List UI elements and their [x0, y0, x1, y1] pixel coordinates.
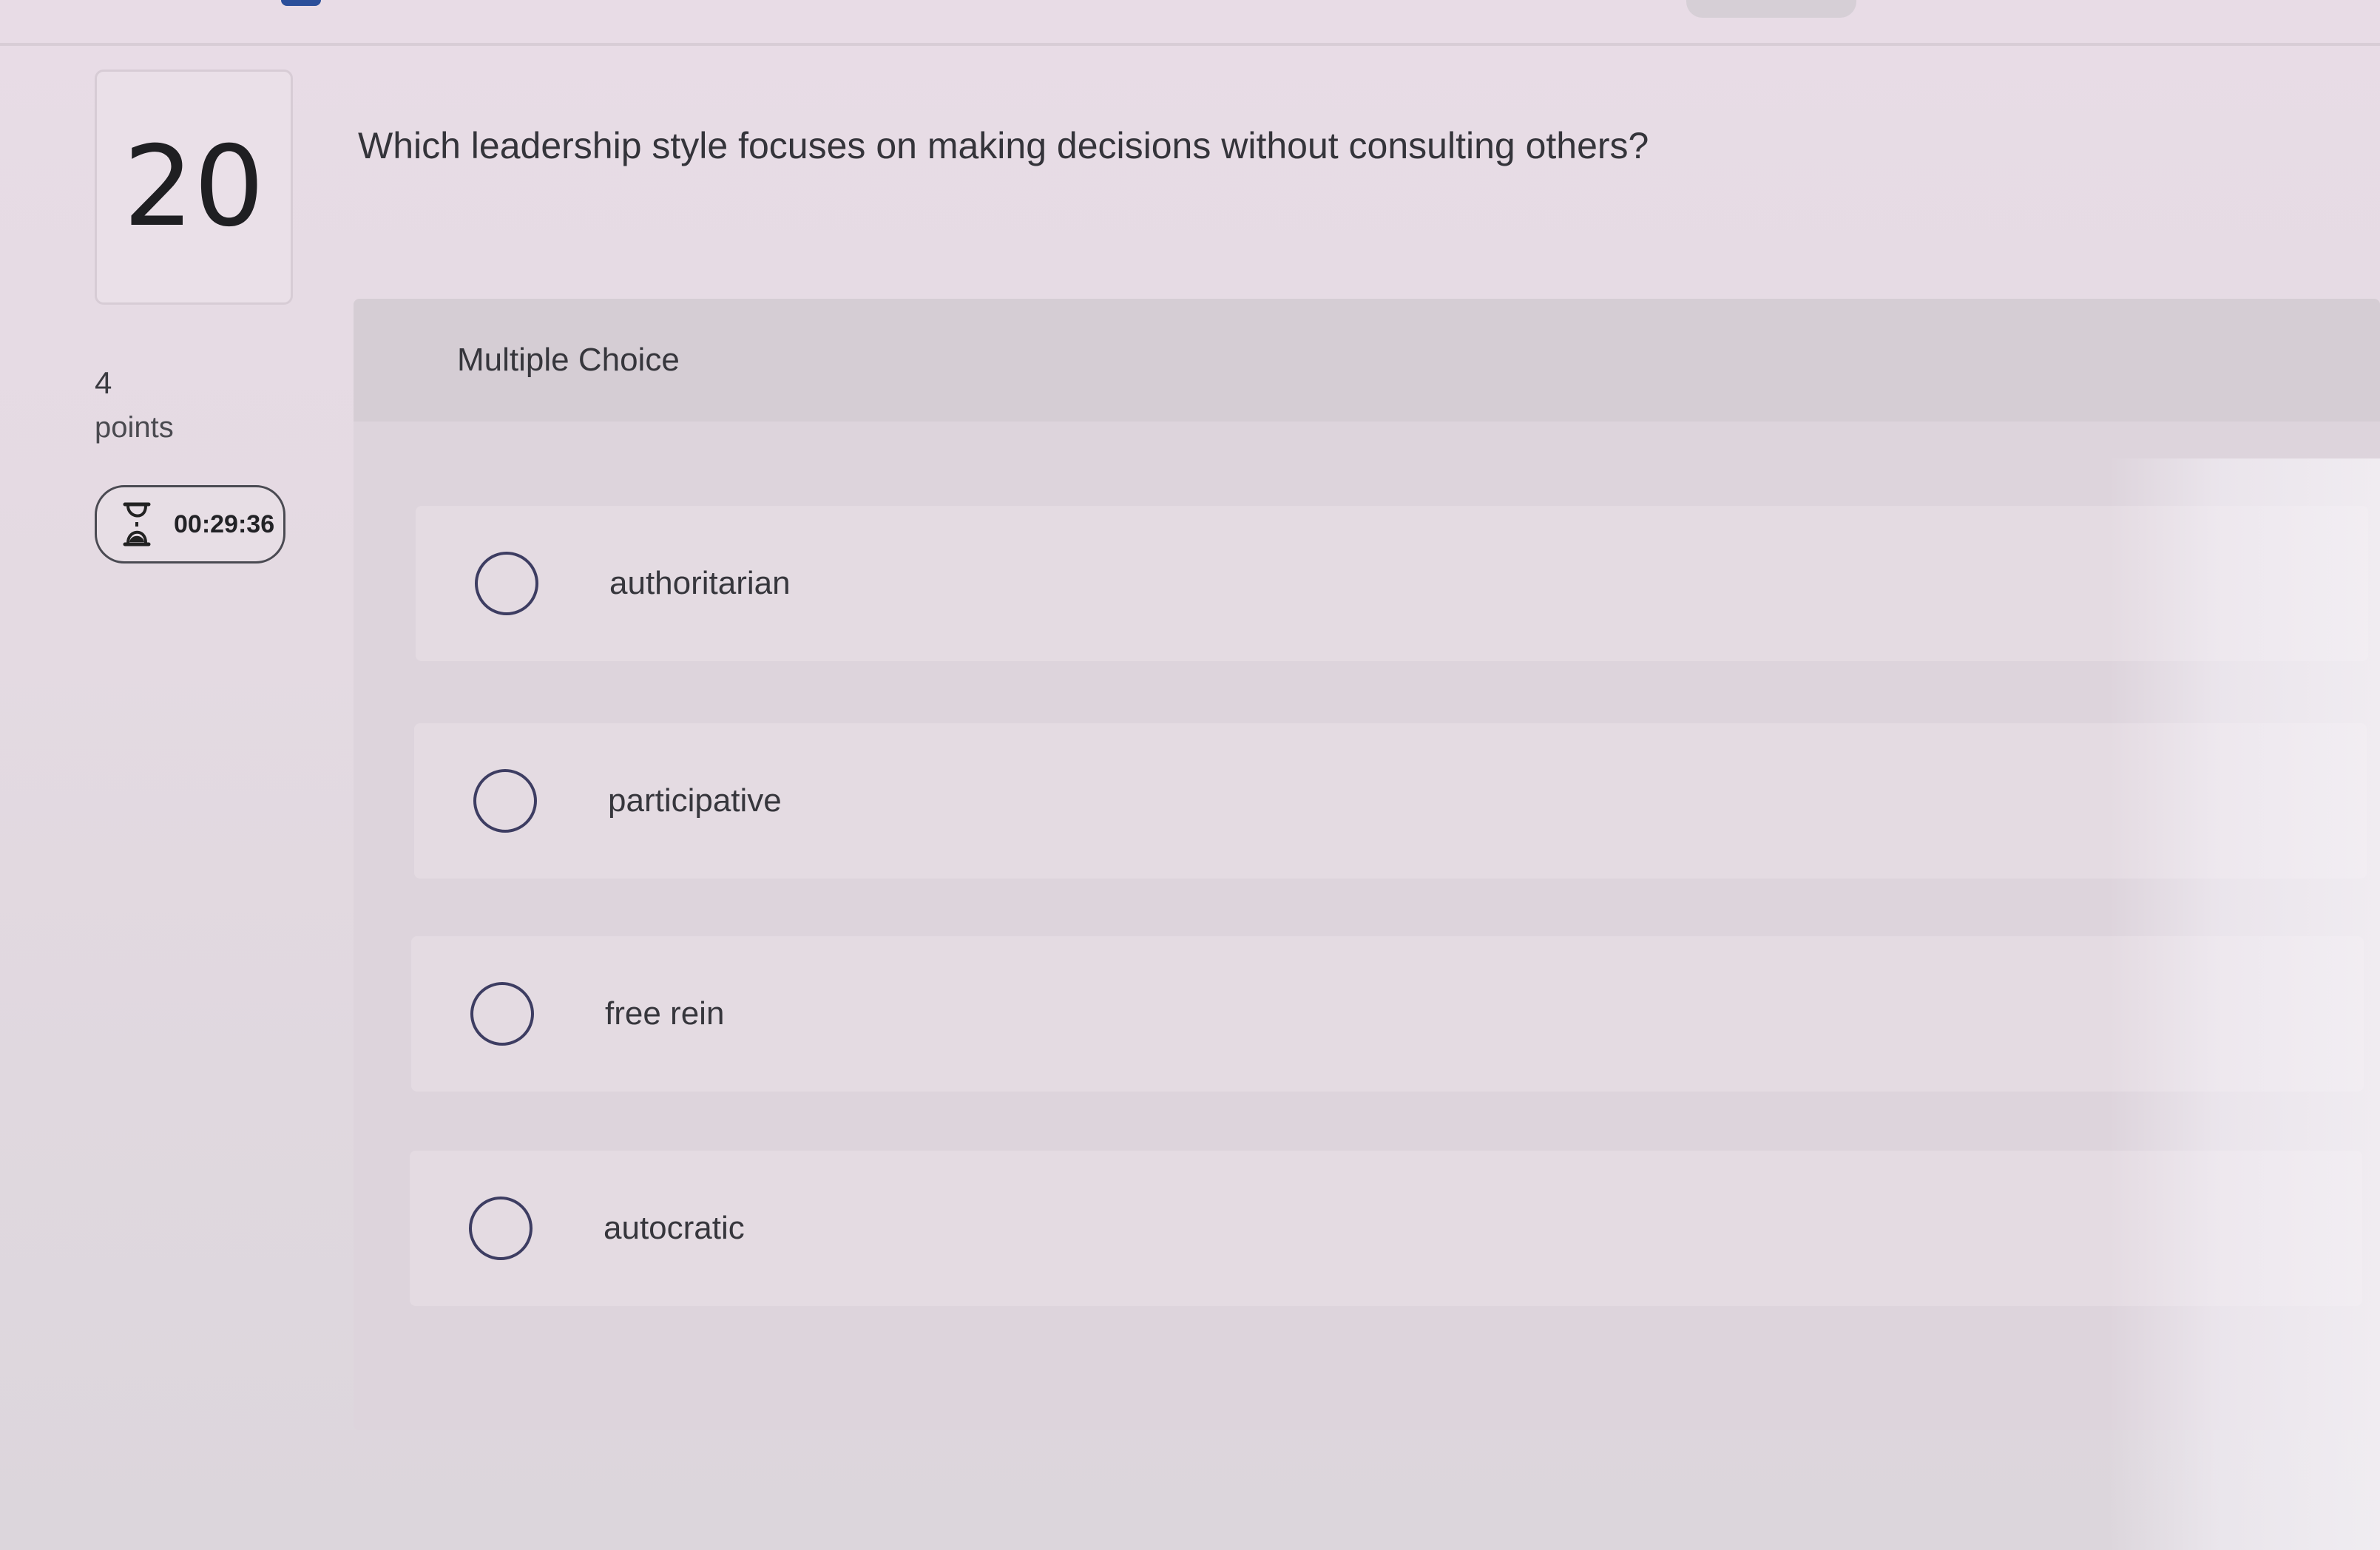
timer-text: 00:29:36 [174, 510, 275, 538]
radio-circle-icon[interactable] [475, 552, 538, 615]
points-label: points [95, 411, 174, 444]
radio-circle-icon[interactable] [473, 769, 537, 833]
question-type-label: Multiple Choice [457, 342, 680, 378]
answer-option-label: autocratic [604, 1210, 745, 1246]
answer-option[interactable]: participative [414, 723, 2367, 879]
top-header-tab[interactable] [1686, 0, 1856, 18]
answer-option-label: participative [608, 782, 782, 819]
answer-option[interactable]: autocratic [410, 1151, 2362, 1306]
answer-option[interactable]: free rein [411, 936, 2364, 1092]
radio-circle-icon[interactable] [470, 982, 534, 1046]
screen-glare [2108, 458, 2380, 1550]
answer-option-label: authoritarian [609, 565, 791, 601]
timer-badge: 00:29:36 [95, 485, 285, 564]
answer-option-label: free rein [605, 995, 725, 1032]
points-value: 4 [95, 365, 112, 400]
answer-option[interactable]: authoritarian [416, 506, 2368, 661]
header-divider [0, 43, 2380, 46]
radio-circle-icon[interactable] [469, 1197, 533, 1260]
question-text: Which leadership style focuses on making… [358, 125, 1649, 166]
question-number: 20 [95, 70, 293, 305]
hourglass-icon [121, 501, 153, 547]
top-accent-tab [281, 0, 321, 6]
